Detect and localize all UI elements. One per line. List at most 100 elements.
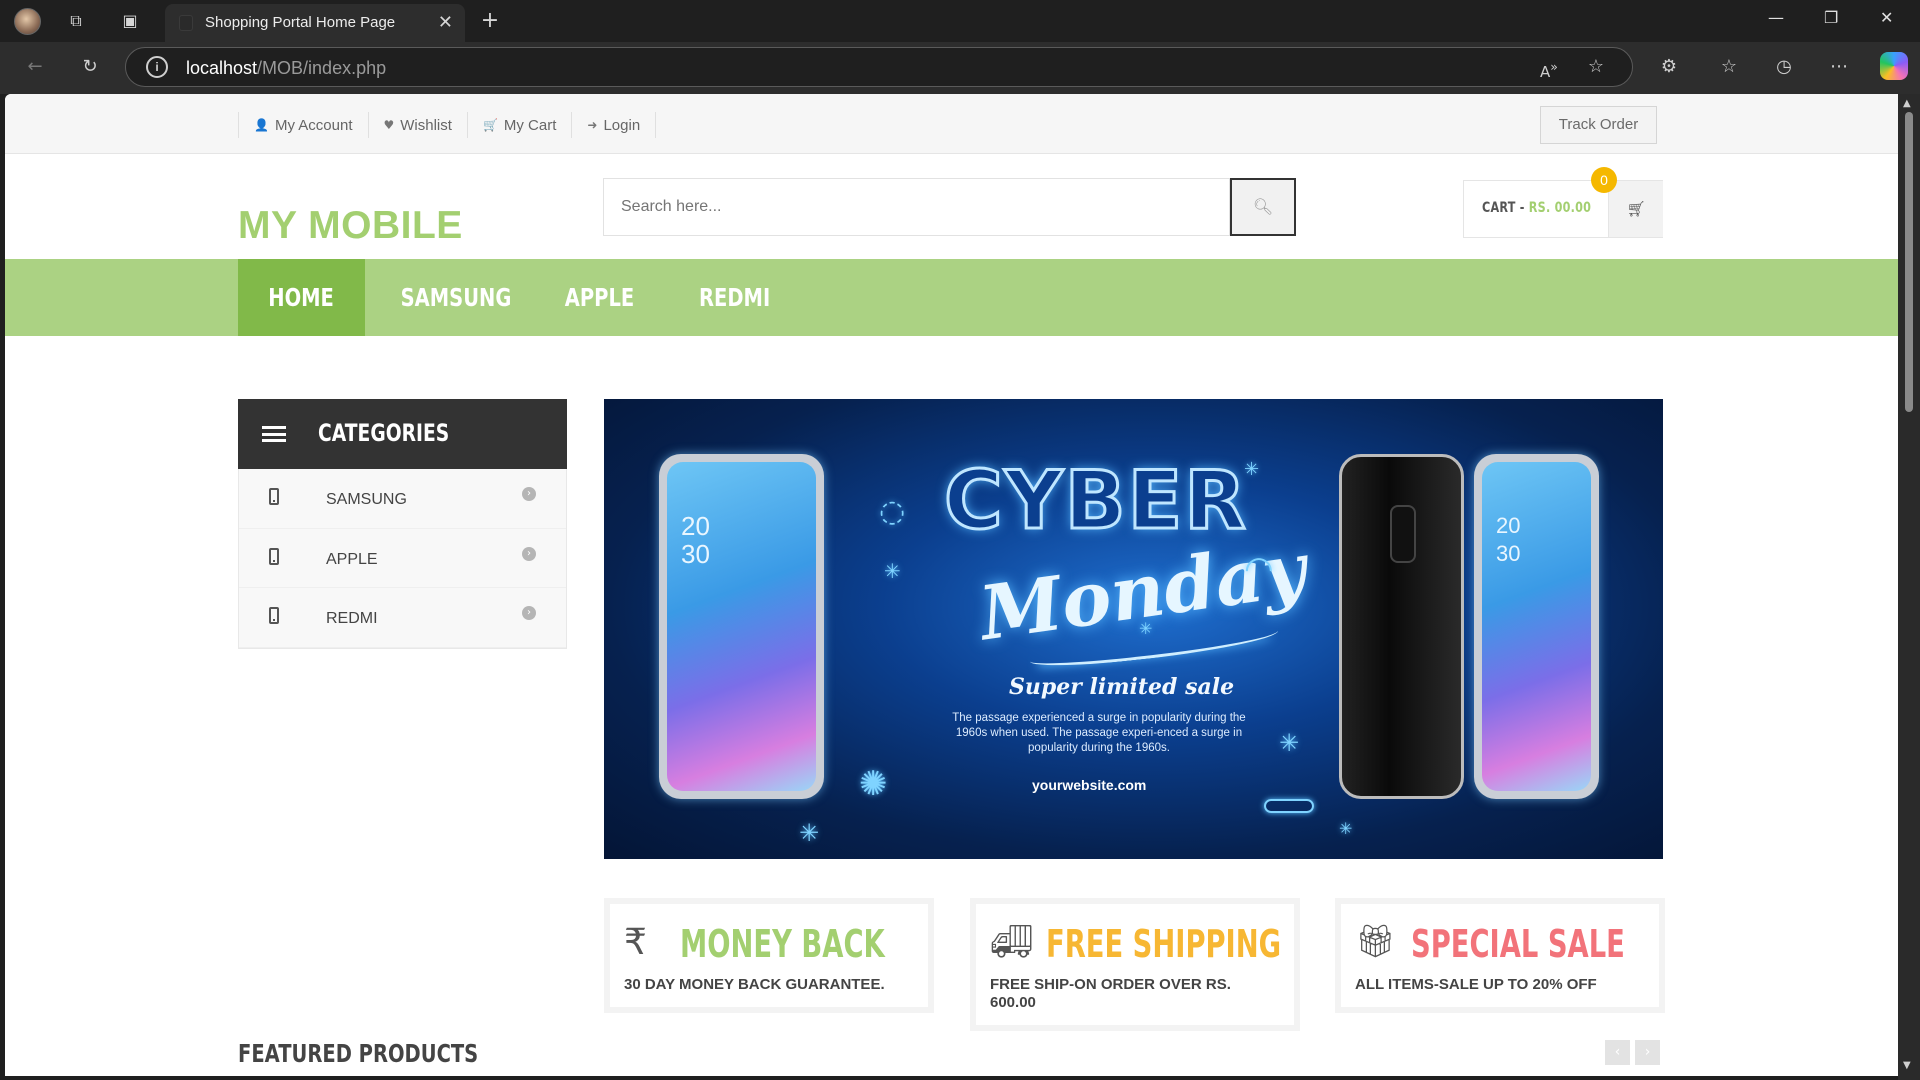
page-favicon-icon	[179, 15, 193, 31]
page-scrollbar[interactable]: ▲ ▼	[1898, 94, 1920, 1080]
address-bar[interactable]: i localhost/MOB/index.php A» ☆	[125, 47, 1633, 87]
browser-tab[interactable]: Shopping Portal Home Page ✕	[165, 4, 465, 42]
my-account-link[interactable]: 👤 My Account	[239, 112, 369, 138]
basket-icon[interactable]: 🛒︎	[1608, 181, 1663, 237]
banner-url: yourwebsite.com	[1032, 777, 1147, 793]
cart-summary[interactable]: CART - RS. 00.00 🛒︎	[1463, 180, 1663, 238]
categories-header: CATEGORIES	[238, 399, 567, 469]
gift-icon: 🎁︎	[1355, 922, 1396, 960]
cart-icon: 🛒	[482, 118, 498, 132]
categories-title: CATEGORIES	[318, 419, 450, 447]
more-menu-icon[interactable]: ⋯	[1826, 54, 1852, 80]
featured-products-heading: FEATURED PRODUCTS	[238, 1039, 479, 1068]
page-viewport: 👤 My Account ♥ Wishlist 🛒 My Cart ➜ Login Tr…	[5, 94, 1898, 1076]
phone-image-back	[1339, 454, 1464, 799]
tab-actions-icon[interactable]: ▣	[118, 9, 142, 33]
minimize-icon[interactable]: —	[1768, 8, 1784, 27]
wishlist-link[interactable]: ♥ Wishlist	[369, 112, 468, 138]
favorite-star-icon[interactable]: ☆	[1583, 54, 1609, 80]
track-order-button[interactable]: Track Order	[1540, 106, 1657, 144]
feature-subtitle: 30 DAY MONEY BACK GUARANTEE.	[624, 976, 885, 993]
nav-samsung[interactable]: SAMSUNG	[385, 259, 520, 336]
feature-subtitle: ALL ITEMS-SALE UP TO 20% OFF	[1355, 976, 1597, 993]
carousel-prev-button[interactable]: ‹	[1605, 1040, 1630, 1065]
category-apple[interactable]: APPLE ›	[239, 529, 566, 588]
feature-money-back: ₹ MONEY BACK 30 DAY MONEY BACK GUARANTEE…	[604, 898, 934, 1013]
back-icon[interactable]: ←	[22, 54, 48, 80]
search-input[interactable]	[603, 178, 1230, 236]
chevron-right-icon: ›	[522, 606, 536, 620]
sparkle-icon: ✳	[884, 559, 901, 583]
extensions-icon[interactable]: ⚙	[1656, 54, 1682, 80]
nav-redmi[interactable]: REDMI	[670, 259, 800, 336]
sparkle-icon: ✳	[1244, 459, 1260, 480]
url-text[interactable]: localhost/MOB/index.php	[186, 58, 386, 79]
refresh-icon[interactable]: ↻	[77, 54, 103, 80]
mobile-icon	[269, 547, 279, 565]
category-samsung[interactable]: SAMSUNG ›	[239, 469, 566, 529]
search-icon: 🔍︎	[1252, 197, 1274, 216]
feature-subtitle: FREE SHIP-ON ORDER OVER RS. 600.00	[990, 976, 1231, 1011]
site-info-icon[interactable]: i	[146, 56, 168, 78]
camera-icon	[1390, 505, 1416, 563]
user-icon: 👤	[254, 118, 269, 132]
category-label: REDMI	[326, 610, 378, 627]
mobile-icon	[269, 488, 279, 505]
sparkle-icon: ✳	[1339, 819, 1353, 838]
close-tab-icon[interactable]: ✕	[438, 12, 453, 33]
main-nav: HOME SAMSUNG APPLE REDMI	[5, 259, 1898, 336]
feature-title: SPECIAL SALE	[1411, 922, 1625, 966]
hero-banner[interactable]: 20 30 20 30 CYBER Monday Super limited sal…	[604, 399, 1663, 859]
phone-image-right: 20 30	[1474, 454, 1599, 799]
sign-in-icon: ➜	[587, 118, 598, 132]
rupee-icon: ₹	[624, 922, 647, 963]
category-label: APPLE	[326, 550, 378, 568]
banner-pill-shape	[1264, 799, 1314, 813]
scroll-down-icon[interactable]: ▼	[1903, 1060, 1911, 1071]
mobile-icon	[269, 607, 279, 624]
site-logo[interactable]: MY MOBILE	[238, 204, 463, 248]
new-tab-icon[interactable]: +	[478, 9, 502, 33]
banner-description: The passage experienced a surge in popul…	[952, 712, 1246, 754]
feature-title: MONEY BACK	[680, 922, 885, 966]
menu-icon	[262, 426, 286, 442]
sparkle-icon: ✳	[1139, 619, 1153, 638]
top-links-bar: 👤 My Account ♥ Wishlist 🛒 My Cart ➜ Login Tr…	[5, 94, 1898, 154]
carousel-next-button[interactable]: ›	[1635, 1040, 1660, 1065]
favorites-icon[interactable]: ☆	[1716, 54, 1742, 80]
feature-special-sale: 🎁︎ SPECIAL SALE ALL ITEMS-SALE UP TO 20%…	[1335, 898, 1665, 1013]
sparkle-icon: ◌	[879, 494, 906, 529]
restore-icon[interactable]: ❐	[1824, 8, 1838, 27]
category-label: SAMSUNG	[326, 491, 407, 508]
nav-home[interactable]: HOME	[238, 259, 365, 336]
tab-title: Shopping Portal Home Page	[205, 14, 396, 31]
sparkle-icon: ✳	[799, 819, 820, 847]
cart-label: CART - RS. 00.00	[1482, 200, 1592, 216]
feature-title: FREE SHIPPING	[1046, 922, 1282, 966]
search-button[interactable]: 🔍︎	[1230, 178, 1296, 236]
banner-headline: CYBER	[943, 453, 1248, 549]
scroll-up-icon[interactable]: ▲	[1903, 98, 1911, 109]
sparkle-icon: ◠	[1244, 549, 1274, 589]
browser-toolbar: ← ↻ i localhost/MOB/index.php A» ☆ ⚙ ☆ ◷…	[0, 42, 1920, 94]
close-window-icon[interactable]: ✕	[1880, 8, 1893, 27]
truck-icon: 🚚︎	[990, 922, 1034, 962]
browser-tab-strip: ⧉ ▣ Shopping Portal Home Page ✕ + — ❐ ✕	[0, 0, 1920, 42]
phone-image-left: 20 30	[659, 454, 824, 799]
scroll-thumb[interactable]	[1905, 112, 1913, 412]
my-cart-link[interactable]: 🛒 My Cart	[468, 112, 573, 138]
category-redmi[interactable]: REDMI ›	[239, 588, 566, 648]
login-link[interactable]: ➜ Login	[572, 112, 657, 138]
sparkle-icon: ✺	[859, 764, 888, 804]
read-aloud-icon[interactable]: A»	[1536, 54, 1562, 81]
chevron-right-icon: ›	[522, 487, 536, 501]
nav-apple[interactable]: APPLE	[535, 259, 665, 336]
copilot-icon[interactable]	[1880, 52, 1908, 80]
account-links: 👤 My Account ♥ Wishlist 🛒 My Cart ➜ Login	[238, 112, 657, 138]
history-icon[interactable]: ◷	[1771, 54, 1797, 80]
cart-count-badge: 0	[1591, 167, 1617, 193]
categories-list: SAMSUNG › APPLE › REDMI ›	[238, 469, 567, 649]
categories-panel: CATEGORIES SAMSUNG › APPLE › REDMI ›	[238, 399, 567, 649]
profile-avatar[interactable]	[14, 8, 41, 35]
workspaces-icon[interactable]: ⧉	[64, 9, 88, 33]
